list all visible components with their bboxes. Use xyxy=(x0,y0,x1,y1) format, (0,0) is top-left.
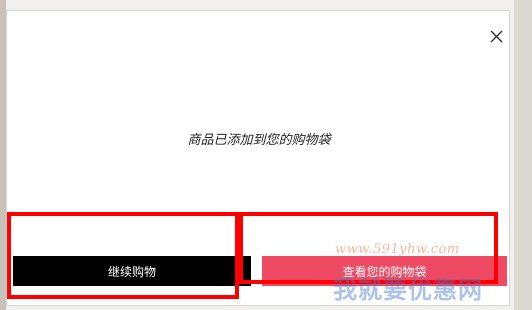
continue-shopping-button[interactable]: 继续购物 xyxy=(13,256,251,286)
backdrop-edge-right xyxy=(514,0,532,310)
added-to-bag-message: 商品已添加到您的购物袋 xyxy=(187,133,331,148)
close-icon xyxy=(490,30,502,42)
close-button[interactable] xyxy=(485,25,507,47)
add-to-bag-dialog: 商品已添加到您的购物袋 继续购物 查看您的购物袋 xyxy=(6,10,510,306)
view-bag-button[interactable]: 查看您的购物袋 xyxy=(262,256,507,286)
